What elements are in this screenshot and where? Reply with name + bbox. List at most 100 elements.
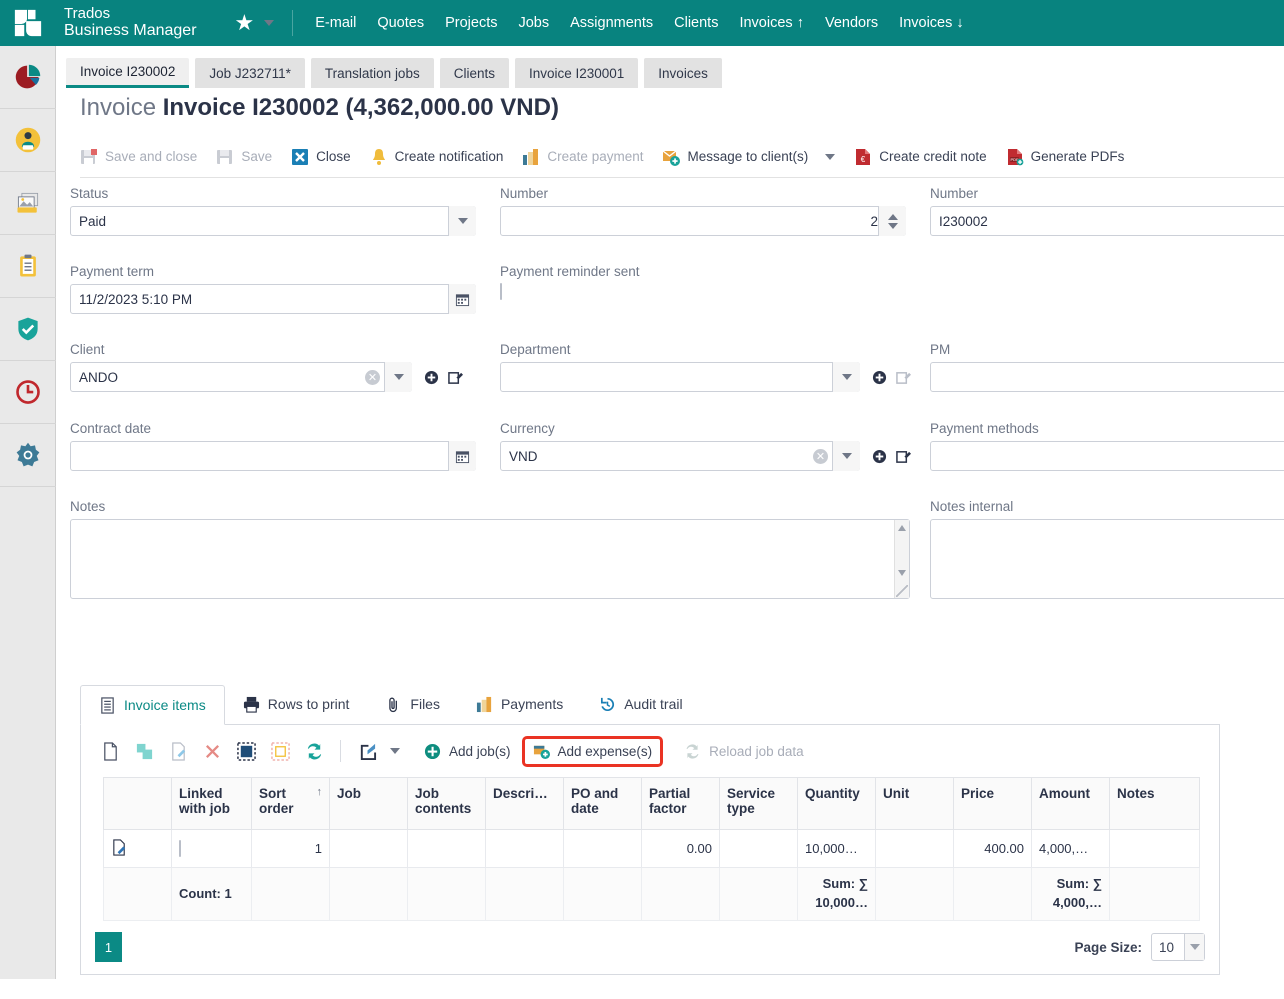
chevron-down-icon[interactable] <box>825 154 835 160</box>
document-tab-2[interactable]: Translation jobs <box>311 58 434 88</box>
department-select[interactable] <box>500 362 860 392</box>
column-header-price[interactable]: Price <box>954 778 1032 830</box>
nav-item-projects[interactable]: Projects <box>445 15 497 31</box>
stepper-up-icon[interactable] <box>888 214 898 220</box>
refresh-icon[interactable] <box>297 734 331 768</box>
clear-icon[interactable]: ✕ <box>365 370 380 385</box>
tab-rows-to-print[interactable]: Rows to print <box>225 684 368 724</box>
scroll-down-icon[interactable] <box>898 570 906 576</box>
number-code-input[interactable]: I230002 <box>930 206 1284 236</box>
nav-item-vendors[interactable]: Vendors <box>825 15 878 31</box>
document-tab-3[interactable]: Clients <box>440 58 509 88</box>
page-size-select[interactable]: 10 <box>1151 933 1205 961</box>
document-tab-5[interactable]: Invoices <box>644 58 722 88</box>
tab-payments[interactable]: Payments <box>458 684 581 724</box>
star-icon[interactable]: ★ <box>235 12 255 34</box>
chevron-down-icon[interactable] <box>264 20 274 26</box>
edit-document-icon[interactable] <box>161 734 195 768</box>
column-header-descri[interactable]: Descri… <box>486 778 564 830</box>
favorites-group[interactable]: ★ <box>235 12 275 34</box>
edit-client-button[interactable] <box>445 366 465 388</box>
document-tab-0[interactable]: Invoice I230002 <box>66 58 189 88</box>
sidebar-item-settings[interactable] <box>0 424 56 487</box>
nav-item-assignments[interactable]: Assignments <box>570 15 653 31</box>
cell-linked-with-job[interactable] <box>172 830 252 868</box>
clear-icon[interactable]: ✕ <box>813 449 828 464</box>
delete-x-icon[interactable] <box>195 734 229 768</box>
column-header-job[interactable]: Job <box>330 778 408 830</box>
add-client-button[interactable] <box>421 366 441 388</box>
tab-files[interactable]: Files <box>367 684 458 724</box>
add-department-button[interactable] <box>869 366 889 388</box>
sidebar-item-time[interactable] <box>0 361 56 424</box>
notes-textarea[interactable] <box>70 519 910 599</box>
export-icon[interactable] <box>350 734 384 768</box>
action-message-to-client-s[interactable]: Message to client(s) <box>662 148 846 166</box>
pm-select[interactable] <box>930 362 1284 392</box>
status-select[interactable]: Paid <box>70 206 476 236</box>
action-generate-pdfs[interactable]: PDFGenerate PDFs <box>1006 148 1136 166</box>
chevron-down-icon[interactable] <box>448 206 476 236</box>
scroll-up-icon[interactable] <box>898 525 906 531</box>
column-header-linked-with-job[interactable]: Linked with job <box>172 778 252 830</box>
nav-item-quotes[interactable]: Quotes <box>377 15 424 31</box>
chevron-down-icon[interactable] <box>384 362 412 392</box>
tab-audit-trail[interactable]: Audit trail <box>581 684 700 724</box>
nav-item-jobs[interactable]: Jobs <box>518 15 549 31</box>
nav-item-clients[interactable]: Clients <box>674 15 718 31</box>
nav-item-invoices[interactable]: Invoices ↓ <box>899 15 963 31</box>
number-count-input[interactable]: 2 <box>500 206 906 236</box>
payment-methods-input[interactable] <box>930 441 1284 471</box>
column-header-unit[interactable]: Unit <box>876 778 954 830</box>
add-currency-button[interactable] <box>869 445 889 467</box>
deselect-all-icon[interactable] <box>263 734 297 768</box>
resize-grip[interactable] <box>896 585 908 597</box>
page-button-1[interactable]: 1 <box>95 932 122 962</box>
action-create-notification[interactable]: Create notification <box>370 148 515 166</box>
new-document-icon[interactable] <box>93 734 127 768</box>
nav-item-invoices[interactable]: Invoices ↑ <box>739 15 803 31</box>
column-header-partial-factor[interactable]: Partial factor <box>642 778 720 830</box>
column-header-blank[interactable] <box>104 778 172 830</box>
sidebar-item-dashboard[interactable] <box>0 46 56 109</box>
export-chevron-down-icon[interactable] <box>384 734 406 768</box>
edit-currency-button[interactable] <box>893 445 913 467</box>
select-all-icon[interactable] <box>229 734 263 768</box>
chevron-down-icon[interactable] <box>1184 934 1204 960</box>
copy-icon[interactable] <box>127 734 161 768</box>
nav-item-e-mail[interactable]: E-mail <box>315 15 356 31</box>
action-close[interactable]: Close <box>291 148 362 166</box>
action-create-credit-note[interactable]: €Create credit note <box>854 148 997 166</box>
document-tab-1[interactable]: Job J232711* <box>195 58 305 88</box>
stepper-down-icon[interactable] <box>888 223 898 229</box>
calendar-icon[interactable] <box>448 441 476 471</box>
calendar-icon[interactable] <box>448 284 476 314</box>
linked-with-job-checkbox[interactable] <box>179 840 181 857</box>
column-header-notes[interactable]: Notes <box>1110 778 1200 830</box>
column-header-amount[interactable]: Amount <box>1032 778 1110 830</box>
contract-date-input[interactable] <box>70 441 476 471</box>
column-header-service-type[interactable]: Service type <box>720 778 798 830</box>
column-header-sort-order[interactable]: ↑Sort order <box>252 778 330 830</box>
row-edit-button[interactable] <box>104 830 172 868</box>
column-header-job-contents[interactable]: Job contents <box>408 778 486 830</box>
column-header-po-and-date[interactable]: PO and date <box>564 778 642 830</box>
chevron-down-icon[interactable] <box>832 441 860 471</box>
document-tab-4[interactable]: Invoice I230001 <box>515 58 638 88</box>
chevron-down-icon[interactable] <box>832 362 860 392</box>
table-row[interactable]: 10.0010,000…400.004,000,… <box>104 830 1200 868</box>
add-expenses-button[interactable]: Add expense(s) <box>525 739 661 764</box>
number-stepper[interactable] <box>878 206 906 236</box>
payment-term-input[interactable]: 11/2/2023 5:10 PM <box>70 284 476 314</box>
sidebar-item-contacts[interactable] <box>0 109 56 172</box>
currency-select[interactable]: VND ✕ <box>500 441 860 471</box>
notes-internal-textarea[interactable] <box>930 519 1284 599</box>
sidebar-item-quality[interactable] <box>0 298 56 361</box>
column-header-quantity[interactable]: Quantity <box>798 778 876 830</box>
sidebar-item-tasks[interactable] <box>0 235 56 298</box>
add-jobs-button[interactable]: Add job(s) <box>416 743 519 760</box>
tab-invoice-items[interactable]: Invoice items <box>80 685 225 725</box>
sort-ascending-icon[interactable]: ↑ <box>317 786 323 798</box>
client-select[interactable]: ANDO ✕ <box>70 362 412 392</box>
sidebar-item-gallery[interactable] <box>0 172 56 235</box>
